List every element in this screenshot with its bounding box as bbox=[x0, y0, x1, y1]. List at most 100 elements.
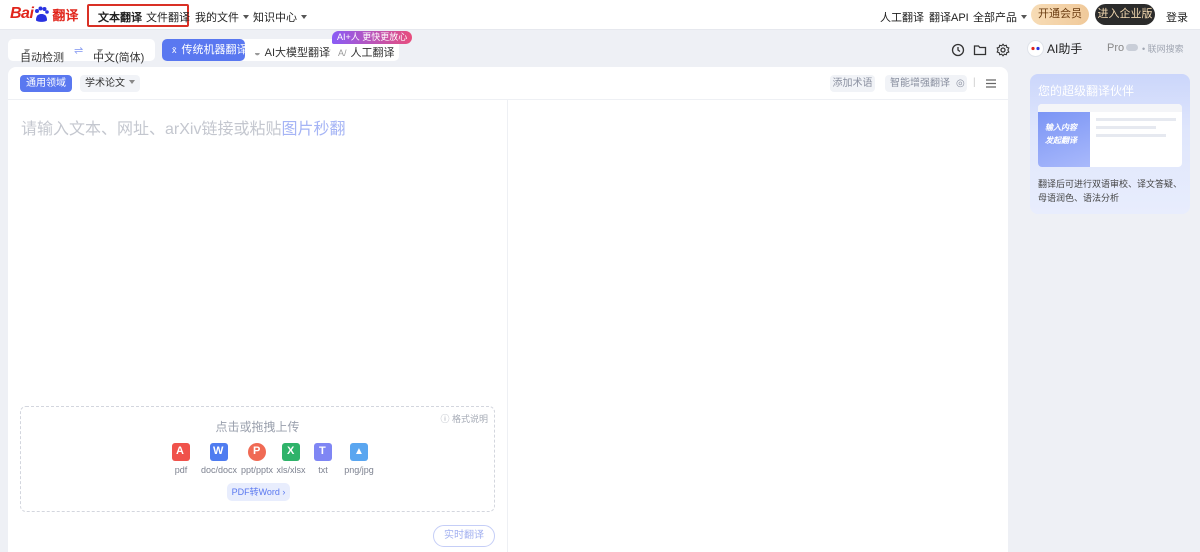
nav-all-products[interactable]: 全部产品 bbox=[973, 9, 1027, 25]
nav-knowledge[interactable]: 知识中心 bbox=[253, 9, 307, 25]
ai-card-preview-image: 输入内容 发起翻译 bbox=[1038, 104, 1182, 167]
logo-fanyi: 翻译 bbox=[52, 7, 79, 23]
preview-banner-line2: 发起翻译 bbox=[1045, 136, 1077, 145]
domain-general-chip[interactable]: 通用领域 bbox=[20, 75, 72, 92]
tab-machine-translate[interactable]: x̄ 传统机器翻译 bbox=[162, 39, 248, 61]
add-term-button[interactable]: 添加术语 bbox=[830, 75, 875, 92]
help-icon: ⓘ bbox=[440, 414, 452, 424]
word-icon: W bbox=[210, 443, 228, 461]
nav-my-files[interactable]: 我的文件 bbox=[195, 9, 249, 25]
chevron-down-icon bbox=[24, 49, 30, 53]
pdf-to-word-button[interactable]: PDF转Word › bbox=[227, 483, 290, 501]
chevron-down-icon bbox=[1021, 15, 1027, 19]
smart-enhance-label: 智能增强翻译 bbox=[890, 78, 950, 89]
translate-panel: 通用领域 学术论文 添加术语 智能增强翻译 ◎ | 请输入文本、网址、arXiv链… bbox=[8, 67, 1008, 552]
nav-all-products-label: 全部产品 bbox=[973, 12, 1017, 24]
nav-file-translate[interactable]: 文件翻译 bbox=[146, 9, 190, 25]
filetype-label: txt bbox=[318, 465, 328, 475]
top-nav: Bai 翻译 文本翻译 文件翻译 我的文件 知识中心 人工翻译 翻译API 全部… bbox=[0, 0, 1200, 30]
enterprise-button[interactable]: 进入企业版 bbox=[1095, 4, 1155, 25]
filetype-label: png/jpg bbox=[344, 465, 374, 475]
language-selector: 自动检测 ⇌ 中文(简体) bbox=[8, 39, 155, 64]
ai-icon: A/ bbox=[338, 48, 347, 58]
upload-title: 点击或拖拽上传 bbox=[215, 420, 300, 434]
word-glyph: W bbox=[213, 445, 224, 457]
source-pane: 请输入文本、网址、arXiv链接或粘贴图片秒翻 点击或拖拽上传 ⓘ 格式说明 A… bbox=[8, 100, 508, 552]
nav-knowledge-label: 知识中心 bbox=[253, 12, 297, 24]
tab-divider: · bbox=[328, 44, 332, 56]
tab-machine-label: 传统机器翻译 bbox=[181, 44, 248, 56]
excel-glyph: X bbox=[287, 445, 295, 457]
domain-paper-select[interactable]: 学术论文 bbox=[80, 75, 140, 92]
ai-card-description: 翻译后可进行双语审校、译文答疑、母语润色、语法分析 bbox=[1038, 179, 1183, 203]
file-upload-dropzone[interactable]: 点击或拖拽上传 ⓘ 格式说明 A pdf W doc/docx P ppt/pp… bbox=[20, 406, 495, 512]
ai-assistant-label: AI助手 bbox=[1047, 42, 1083, 56]
ai-card-title: 您的超级翻译伙伴 bbox=[1038, 84, 1135, 98]
ai-human-badge: AI+人 更快更放心 bbox=[332, 31, 413, 44]
filetype-label: pdf bbox=[174, 465, 188, 475]
pro-label: Pro bbox=[1107, 42, 1125, 54]
chevron-right-icon: › bbox=[282, 487, 286, 497]
filetype-txt: T txt bbox=[305, 443, 341, 475]
net-search-toggle[interactable]: • 联网搜索 bbox=[1142, 42, 1184, 55]
pdf-icon: A bbox=[172, 443, 190, 461]
ppt-glyph: P bbox=[253, 445, 261, 457]
pdf-glyph: A bbox=[176, 445, 184, 457]
tab-llm-translate[interactable]: ◒ AI大模型翻译 bbox=[254, 44, 330, 60]
image-glyph: ▲ bbox=[354, 446, 364, 457]
preview-line bbox=[1096, 126, 1156, 129]
format-help[interactable]: ⓘ 格式说明 bbox=[440, 412, 488, 425]
logo-text: Bai bbox=[10, 5, 34, 22]
preview-banner-line1: 输入内容 bbox=[1045, 123, 1077, 132]
vip-button[interactable]: 开通会员 bbox=[1031, 4, 1089, 25]
chevron-down-icon bbox=[243, 15, 249, 19]
settings-dot-icon: ◎ bbox=[956, 78, 965, 89]
baidu-translate-logo[interactable]: Bai 翻译 bbox=[10, 2, 78, 26]
filetype-pdf: A pdf bbox=[161, 443, 201, 475]
excel-icon: X bbox=[282, 443, 300, 461]
ai-intro-card[interactable]: 您的超级翻译伙伴 输入内容 发起翻译 翻译后可进行双语审校、译文答疑、母语润色、… bbox=[1030, 74, 1190, 214]
clock-icon[interactable] bbox=[951, 43, 965, 57]
pdf-to-word-label: PDF转Word bbox=[231, 487, 280, 497]
nav-my-files-label: 我的文件 bbox=[195, 12, 239, 24]
nav-api[interactable]: 翻译API bbox=[929, 9, 969, 25]
tab-human-label: 人工翻译 bbox=[350, 47, 395, 59]
preview-topbar bbox=[1038, 104, 1182, 112]
spinner-icon: ◒ bbox=[254, 47, 261, 59]
nav-text-translate[interactable]: 文本翻译 bbox=[98, 9, 142, 25]
paw-icon bbox=[34, 6, 50, 23]
smart-enhance-toggle[interactable]: 智能增强翻译 ◎ bbox=[885, 75, 967, 92]
ppt-icon: P bbox=[248, 443, 266, 461]
chevron-down-icon bbox=[301, 15, 307, 19]
image-icon: ▲ bbox=[350, 443, 368, 461]
domain-paper-label: 学术论文 bbox=[85, 78, 125, 89]
ai-assistant-icon bbox=[1028, 41, 1043, 56]
divider: | bbox=[973, 77, 976, 88]
chevron-down-icon bbox=[129, 80, 135, 84]
gear-icon[interactable] bbox=[996, 43, 1010, 57]
ai-assistant-sidebar: AI助手 Pro • 联网搜索 您的超级翻译伙伴 输入内容 发起翻译 翻译后可进… bbox=[1020, 30, 1200, 552]
source-textarea[interactable]: 请输入文本、网址、arXiv链接或粘贴图片秒翻 bbox=[21, 115, 345, 139]
preview-line bbox=[1096, 118, 1176, 121]
placeholder-text: 请输入文本、网址、arXiv链接或粘贴 bbox=[21, 121, 282, 138]
folder-icon[interactable] bbox=[973, 43, 987, 57]
chevron-down-icon bbox=[97, 49, 103, 53]
nav-human-translate[interactable]: 人工翻译 bbox=[880, 9, 924, 25]
swap-icon[interactable]: ⇌ bbox=[74, 44, 83, 57]
list-settings-icon[interactable] bbox=[986, 79, 996, 88]
format-help-label: 格式说明 bbox=[451, 414, 488, 424]
panel-toolbar: 通用领域 学术论文 添加术语 智能增强翻译 ◎ | bbox=[8, 67, 1008, 100]
pro-toggle[interactable] bbox=[1126, 44, 1138, 51]
txt-icon: T bbox=[314, 443, 332, 461]
realtime-translate-button[interactable]: 实时翻译 bbox=[433, 525, 495, 547]
txt-glyph: T bbox=[319, 445, 326, 457]
translate-icon: x̄ bbox=[172, 45, 177, 55]
net-search-label: 联网搜索 bbox=[1147, 44, 1184, 54]
preview-banner: 输入内容 发起翻译 bbox=[1038, 112, 1090, 167]
preview-line bbox=[1096, 134, 1166, 137]
tab-human-translate[interactable]: A/人工翻译 bbox=[338, 44, 395, 60]
tab-llm-label: AI大模型翻译 bbox=[264, 47, 331, 59]
login-link[interactable]: 登录 bbox=[1166, 9, 1188, 25]
image-translate-link[interactable]: 图片秒翻 bbox=[281, 121, 345, 138]
ai-assistant-title: AI助手 bbox=[1028, 40, 1082, 57]
